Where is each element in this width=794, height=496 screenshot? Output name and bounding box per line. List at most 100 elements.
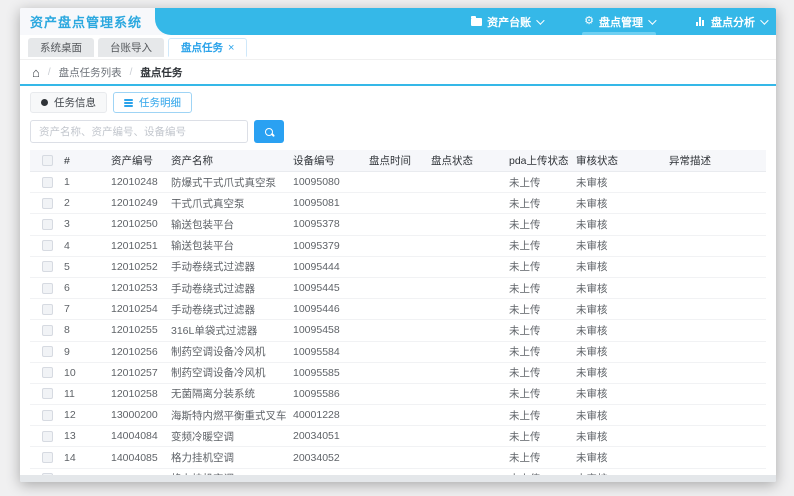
row-checkbox[interactable] <box>41 346 53 358</box>
row-checkbox[interactable] <box>41 430 53 442</box>
menu-item-label: 资产台账 <box>487 16 532 29</box>
cell-index: 6 <box>64 282 70 295</box>
row-checkbox[interactable] <box>41 452 53 464</box>
cell-index: 14 <box>64 451 76 464</box>
menu-item-0[interactable]: 资产台账 <box>467 8 546 35</box>
table-row[interactable]: 3 12010250 输送包装平台 10095378 未上传 未审核 <box>30 214 766 236</box>
folder-icon <box>471 15 483 26</box>
gear-icon: ⚙ <box>584 15 594 27</box>
cell-pda_status: 未上传 <box>509 240 541 253</box>
window-tab-1[interactable]: 台账导入 <box>98 38 164 57</box>
table-row[interactable]: 12 13000200 海斯特内燃平衡重式叉车 40001228 未上传 未审核 <box>30 405 766 427</box>
row-checkbox[interactable] <box>41 324 53 336</box>
breadcrumb: ⌂ / 盘点任务列表 / 盘点任务 <box>20 60 776 86</box>
cell-pda_status: 未上传 <box>509 197 541 210</box>
home-icon[interactable]: ⌂ <box>32 66 40 79</box>
row-checkbox[interactable] <box>41 303 53 315</box>
cell-audit_status: 未审核 <box>576 218 608 231</box>
cell-device_no: 10095444 <box>293 260 340 273</box>
cell-device_no: 10095379 <box>293 239 340 252</box>
cell-device_no: 10095584 <box>293 345 340 358</box>
tab-task-detail[interactable]: 任务明细 <box>113 92 192 113</box>
row-checkbox[interactable] <box>41 282 53 294</box>
row-checkbox[interactable] <box>41 218 53 230</box>
window-tab-0[interactable]: 系统桌面 <box>28 38 94 57</box>
window-tab-2[interactable]: 盘点任务 × <box>168 38 248 57</box>
cell-asset_no: 12010249 <box>111 197 158 210</box>
cell-pda_status: 未上传 <box>509 346 541 359</box>
cell-asset_name: 格力挂机空调 <box>171 452 234 465</box>
app-window: 资产盘点管理系统 资产台账 ⚙ 盘点管理 盘点分析 系统桌面 台账导入 盘点任务 × ⌂ /… <box>20 8 776 482</box>
table-row[interactable]: 8 12010255 316L单袋式过滤器 10095458 未上传 未审核 <box>30 320 766 342</box>
row-checkbox[interactable] <box>41 176 53 188</box>
table-row[interactable]: 7 12010254 手动卷绕式过滤器 10095446 未上传 未审核 <box>30 299 766 321</box>
row-checkbox[interactable] <box>41 367 53 379</box>
cell-asset_name: 防爆式干式爪式真空泵 <box>171 176 276 189</box>
row-checkbox[interactable] <box>41 261 53 273</box>
table-row[interactable]: 9 12010256 制药空调设备冷风机 10095584 未上传 未审核 <box>30 342 766 363</box>
cell-index: 10 <box>64 366 76 379</box>
cell-asset_no: 14004084 <box>111 430 158 443</box>
select-all-checkbox[interactable] <box>41 155 53 166</box>
cell-audit_status: 未审核 <box>576 324 608 337</box>
cell-index: 1 <box>64 176 70 189</box>
cell-asset_name: 变频冷暖空调 <box>171 430 234 443</box>
cell-device_no: 10095586 <box>293 387 340 400</box>
table-row[interactable]: 6 12010253 手动卷绕式过滤器 10095445 未上传 未审核 <box>30 278 766 300</box>
tab-task-info[interactable]: 任务信息 <box>30 92 107 113</box>
row-checkbox[interactable] <box>41 388 53 400</box>
cell-audit_status: 未审核 <box>576 346 608 359</box>
search-input[interactable] <box>30 120 248 143</box>
cell-pda_status: 未上传 <box>509 367 541 380</box>
search-button[interactable] <box>254 120 284 143</box>
table-row[interactable]: 4 12010251 输送包装平台 10095379 未上传 未审核 <box>30 236 766 257</box>
search-icon <box>265 127 273 136</box>
cell-asset_name: 制药空调设备冷风机 <box>171 346 266 359</box>
table-row[interactable]: 11 12010258 无菌隔离分装系统 10095586 未上传 未审核 <box>30 384 766 406</box>
column-header-3: 设备编号 <box>293 155 335 167</box>
column-header-2: 资产名称 <box>171 155 213 167</box>
cell-index: 8 <box>64 324 70 337</box>
cell-asset_no: 12010254 <box>111 303 158 316</box>
table-row[interactable]: 2 12010249 干式爪式真空泵 10095081 未上传 未审核 <box>30 193 766 215</box>
breadcrumb-item-task-list[interactable]: 盘点任务列表 <box>59 65 122 80</box>
cell-asset_no: 12010248 <box>111 176 158 189</box>
row-checkbox[interactable] <box>41 197 53 209</box>
cell-pda_status: 未上传 <box>509 282 541 295</box>
close-icon[interactable]: × <box>228 42 234 54</box>
table-row[interactable]: 13 14004084 变频冷暖空调 20034051 未上传 未审核 <box>30 426 766 448</box>
cell-device_no: 20034051 <box>293 430 340 443</box>
table-header-row: # 资产编号 资产名称 设备编号 盘点时间 盘点状态 pda上传状态 审核状态 异常描述 <box>30 150 766 172</box>
menu-item-1[interactable]: ⚙ 盘点管理 <box>580 8 658 35</box>
row-checkbox[interactable] <box>41 240 53 252</box>
top-menu: 资产台账 ⚙ 盘点管理 盘点分析 <box>155 8 776 35</box>
breadcrumb-item-current: 盘点任务 <box>140 66 183 79</box>
table-row[interactable]: 10 12010257 制药空调设备冷风机 10095585 未上传 未审核 <box>30 363 766 384</box>
menu-item-label: 盘点分析 <box>711 16 755 29</box>
table-row[interactable]: 1 12010248 防爆式干式爪式真空泵 10095080 未上传 未审核 <box>30 172 766 194</box>
cell-pda_status: 未上传 <box>509 409 541 422</box>
list-icon <box>124 98 133 107</box>
cell-pda_status: 未上传 <box>509 261 541 274</box>
breadcrumb-separator: / <box>129 66 133 78</box>
top-header-bar: 资产盘点管理系统 资产台账 ⚙ 盘点管理 盘点分析 <box>20 8 776 35</box>
row-checkbox[interactable] <box>41 409 53 421</box>
column-header-5: 盘点状态 <box>431 155 473 167</box>
cell-pda_status: 未上传 <box>509 430 541 443</box>
cell-index: 9 <box>64 345 70 358</box>
cell-asset_name: 316L单袋式过滤器 <box>171 324 258 337</box>
cell-index: 11 <box>64 387 75 400</box>
cell-device_no: 10095081 <box>293 197 340 210</box>
bottom-scrollbar-track[interactable] <box>20 475 776 482</box>
cell-device_no: 10095446 <box>293 303 340 316</box>
cell-device_no: 10095458 <box>293 324 340 337</box>
cell-asset_no: 12010250 <box>111 218 158 231</box>
cell-audit_status: 未审核 <box>576 261 608 274</box>
chevron-down-icon <box>536 15 545 25</box>
table-row[interactable]: 14 14004085 格力挂机空调 20034052 未上传 未审核 <box>30 447 766 469</box>
table-row[interactable]: 5 12010252 手动卷绕式过滤器 10095444 未上传 未审核 <box>30 257 766 278</box>
cell-index: 4 <box>64 239 70 252</box>
cell-pda_status: 未上传 <box>509 324 541 337</box>
column-header-1: 资产编号 <box>111 155 153 167</box>
menu-item-2[interactable]: 盘点分析 <box>692 8 770 35</box>
